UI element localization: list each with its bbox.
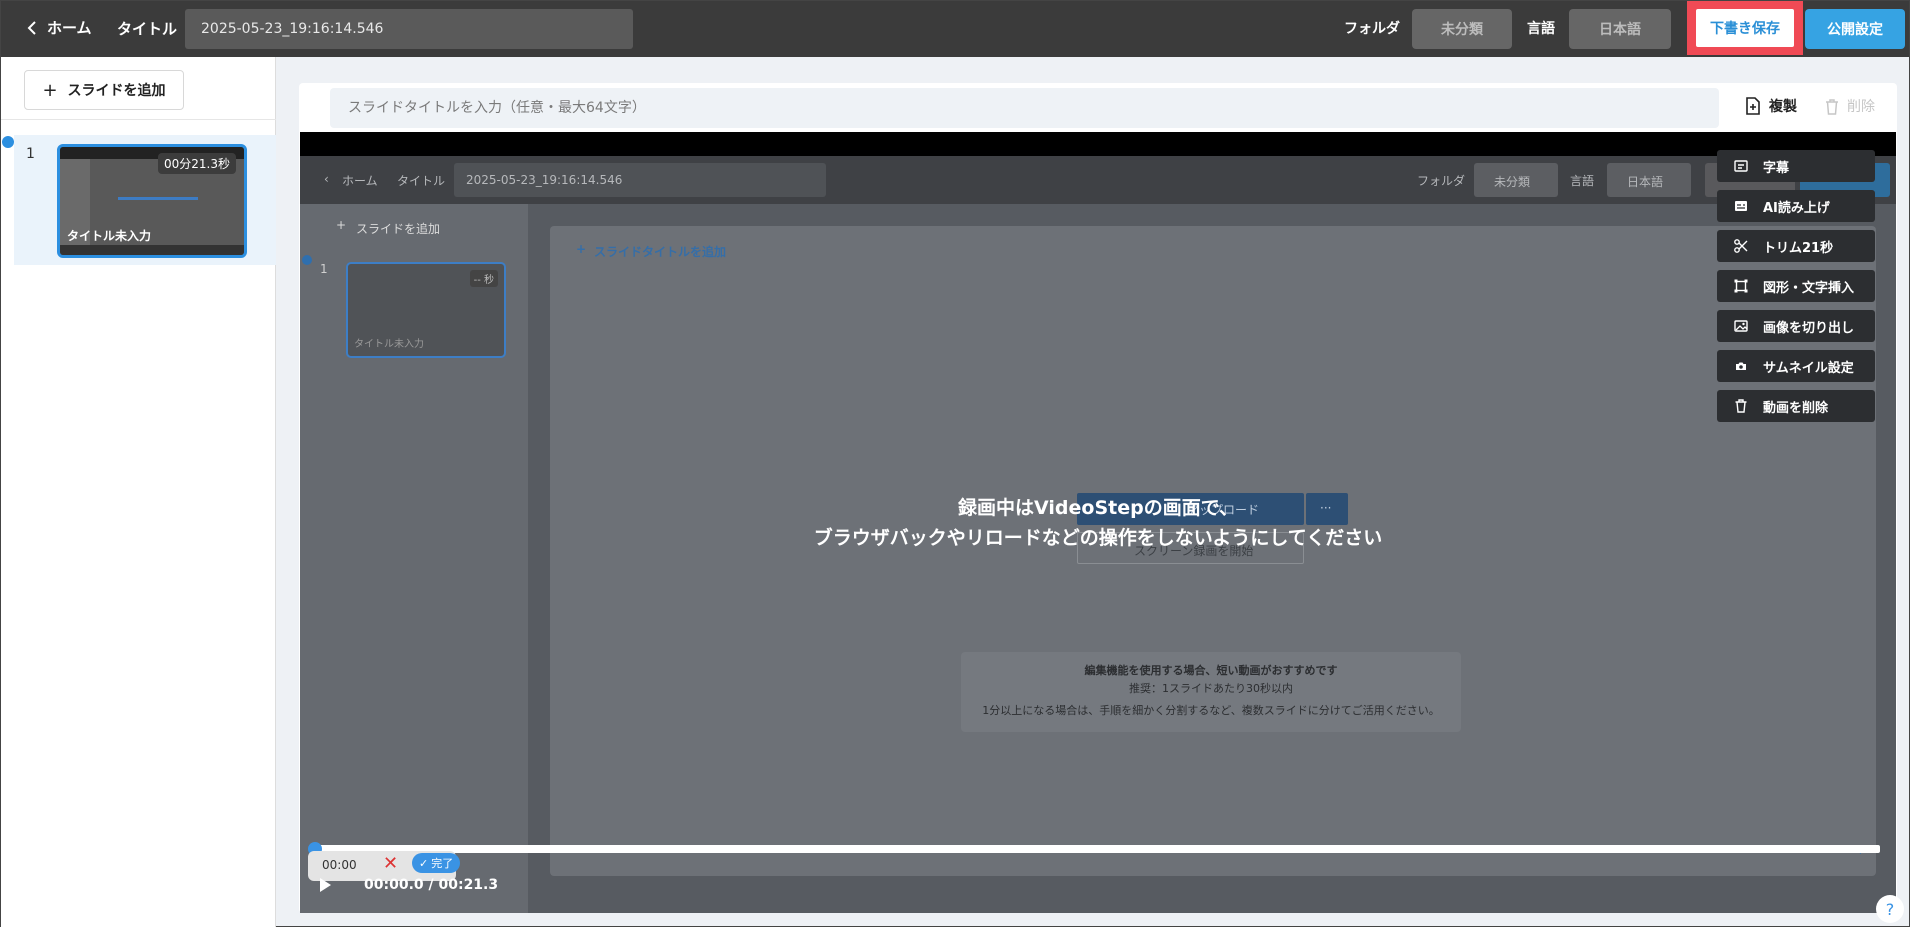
recorded-language-label: 言語 <box>1570 174 1595 188</box>
back-home-link[interactable]: ホーム <box>27 17 92 38</box>
slide-title-input[interactable] <box>330 88 1719 128</box>
thumbnail-tool-label: サムネイル設定 <box>1763 360 1854 376</box>
delete-video-tool-button[interactable]: 動画を削除 <box>1717 390 1875 422</box>
seek-bar[interactable] <box>313 845 1880 853</box>
trash-icon <box>1733 398 1749 414</box>
delete-label: 削除 <box>1847 99 1875 115</box>
recorded-note-box: 編集機能を使用する場合、短い動画がおすすめです 推奨：1スライドあたり30秒以内… <box>961 652 1461 732</box>
recorded-language-value: 日本語 <box>1627 175 1664 189</box>
duplicate-icon <box>1746 97 1760 115</box>
play-button[interactable] <box>318 877 332 897</box>
delete-slide-button[interactable]: 削除 <box>1825 96 1875 116</box>
folder-label: フォルダ <box>1344 21 1400 37</box>
slide-duration-badge: 00分21.3秒 <box>158 153 236 174</box>
recorded-topbar: ‹ ホーム タイトル 2025-05-23_19:16:14.546 フォルダ … <box>300 156 1896 204</box>
language-select[interactable]: 日本語 <box>1569 9 1671 49</box>
draft-save-highlight: 下書き保存 <box>1687 1 1803 55</box>
recording-warning: 録画中はVideoStepの画面で、 ブラウザバックやリロードなどの操作をしない… <box>300 493 1896 553</box>
ai-voice-icon <box>1733 198 1749 214</box>
add-slide-label: スライドを追加 <box>67 83 166 99</box>
subtitle-icon <box>1733 158 1749 174</box>
trim-cancel-button[interactable]: ✕ <box>383 853 398 874</box>
recorded-note-line3: 1分以上になる場合は、手順を細かく分割するなど、複数スライドに分けてご活用くださ… <box>982 704 1440 717</box>
slide-thumbnail[interactable]: 00分21.3秒 タイトル未入力 <box>57 144 247 258</box>
trim-done-button[interactable]: ✓ 完了 <box>412 853 461 873</box>
recorded-folder-select: 未分類 <box>1474 163 1558 197</box>
back-home-label: ホーム <box>47 19 92 37</box>
shape-icon <box>1733 278 1749 294</box>
recorded-language-select: 日本語 <box>1607 163 1691 197</box>
chevron-left-icon <box>27 20 36 35</box>
plus-icon: + <box>42 79 58 101</box>
camera-icon <box>1733 358 1749 374</box>
crop-image-tool-button[interactable]: 画像を切り出し <box>1717 310 1875 342</box>
trim-tool-button[interactable]: トリム21秒 <box>1717 230 1875 262</box>
image-icon <box>1733 318 1749 334</box>
trash-icon <box>1826 98 1838 115</box>
folder-select[interactable]: 未分類 <box>1412 9 1512 49</box>
recorded-add-slide-title: スライドタイトルを追加 <box>594 245 727 259</box>
crop-image-tool-label: 画像を切り出し <box>1763 320 1855 336</box>
thumbnail-preview-footer <box>60 245 244 255</box>
title-label: タイトル <box>117 20 178 38</box>
trim-time: 00:00 <box>322 858 357 872</box>
slide-number: 1 <box>26 146 35 162</box>
play-icon <box>320 878 331 892</box>
shape-text-tool-button[interactable]: 図形・文字挿入 <box>1717 270 1875 302</box>
recorded-title-value: 2025-05-23_19:16:14.546 <box>466 173 623 187</box>
slide-drag-handle[interactable] <box>2 136 14 148</box>
thumbnail-tool-button[interactable]: サムネイル設定 <box>1717 350 1875 382</box>
title-input[interactable] <box>185 9 633 49</box>
recorded-slide-title: タイトル未入力 <box>354 339 424 350</box>
subtitle-tool-label: 字幕 <box>1763 160 1790 176</box>
shape-text-tool-label: 図形・文字挿入 <box>1763 280 1855 296</box>
subtitle-tool-button[interactable]: 字幕 <box>1717 150 1875 182</box>
help-button[interactable]: ? <box>1876 895 1904 923</box>
recorded-slide-thumbnail: -- 秒 タイトル未入力 <box>346 262 506 358</box>
delete-video-tool-label: 動画を削除 <box>1763 400 1829 416</box>
recorded-title-label: タイトル <box>397 174 446 188</box>
recorded-back-label: ホーム <box>342 174 378 188</box>
add-slide-button[interactable]: + スライドを追加 <box>24 70 184 110</box>
duplicate-button[interactable]: 複製 <box>1745 96 1797 116</box>
recorded-add-slide-label: スライドを追加 <box>356 222 441 236</box>
top-bar: ホーム タイトル フォルダ 未分類 言語 日本語 下書き保存 公開設定 <box>1 1 1909 57</box>
ai-voice-tool-label: AI読み上げ <box>1763 200 1830 216</box>
duplicate-label: 複製 <box>1769 99 1797 115</box>
slide-thumbnail-title: タイトル未入力 <box>67 229 152 243</box>
recorded-note-line2: 推奨：1スライドあたり30秒以内 <box>1129 682 1293 695</box>
recorded-title-input: 2025-05-23_19:16:14.546 <box>454 163 826 197</box>
recorded-slide-number: 1 <box>320 262 328 276</box>
scissors-icon <box>1733 238 1749 254</box>
recorded-note-line1: 編集機能を使用する場合、短い動画がおすすめです <box>1084 664 1338 677</box>
recorded-sidebar: + スライドを追加 1 -- 秒 タイトル未入力 <box>300 204 528 913</box>
ai-voice-tool-button[interactable]: AI読み上げ <box>1717 190 1875 222</box>
time-readout: 00:00.0 / 00:21.3 <box>364 877 499 893</box>
recording-warning-line1: 録画中はVideoStepの画面で、 <box>958 497 1238 519</box>
recorded-add-slide-plus: + <box>336 218 347 232</box>
draft-save-button[interactable]: 下書き保存 <box>1696 9 1794 47</box>
recording-warning-line2: ブラウザバックやリロードなどの操作をしないようにしてください <box>813 527 1383 549</box>
help-icon: ? <box>1885 899 1895 919</box>
recorded-folder-value: 未分類 <box>1494 175 1531 189</box>
check-icon: ✓ <box>419 856 429 870</box>
recorded-slide-duration: -- 秒 <box>469 270 498 287</box>
recorded-folder-label: フォルダ <box>1417 174 1466 188</box>
recorded-slide-dot <box>302 255 312 265</box>
sidebar-divider <box>1 119 276 120</box>
thumbnail-preview-line <box>118 197 198 200</box>
trim-done-label: 完了 <box>431 857 454 870</box>
trim-tool-label: トリム21秒 <box>1763 240 1834 256</box>
publish-settings-button[interactable]: 公開設定 <box>1805 9 1905 49</box>
recorded-chevron-icon: ‹ <box>324 172 329 186</box>
recorded-add-title-plus: + <box>576 242 587 256</box>
language-label: 言語 <box>1527 21 1555 37</box>
